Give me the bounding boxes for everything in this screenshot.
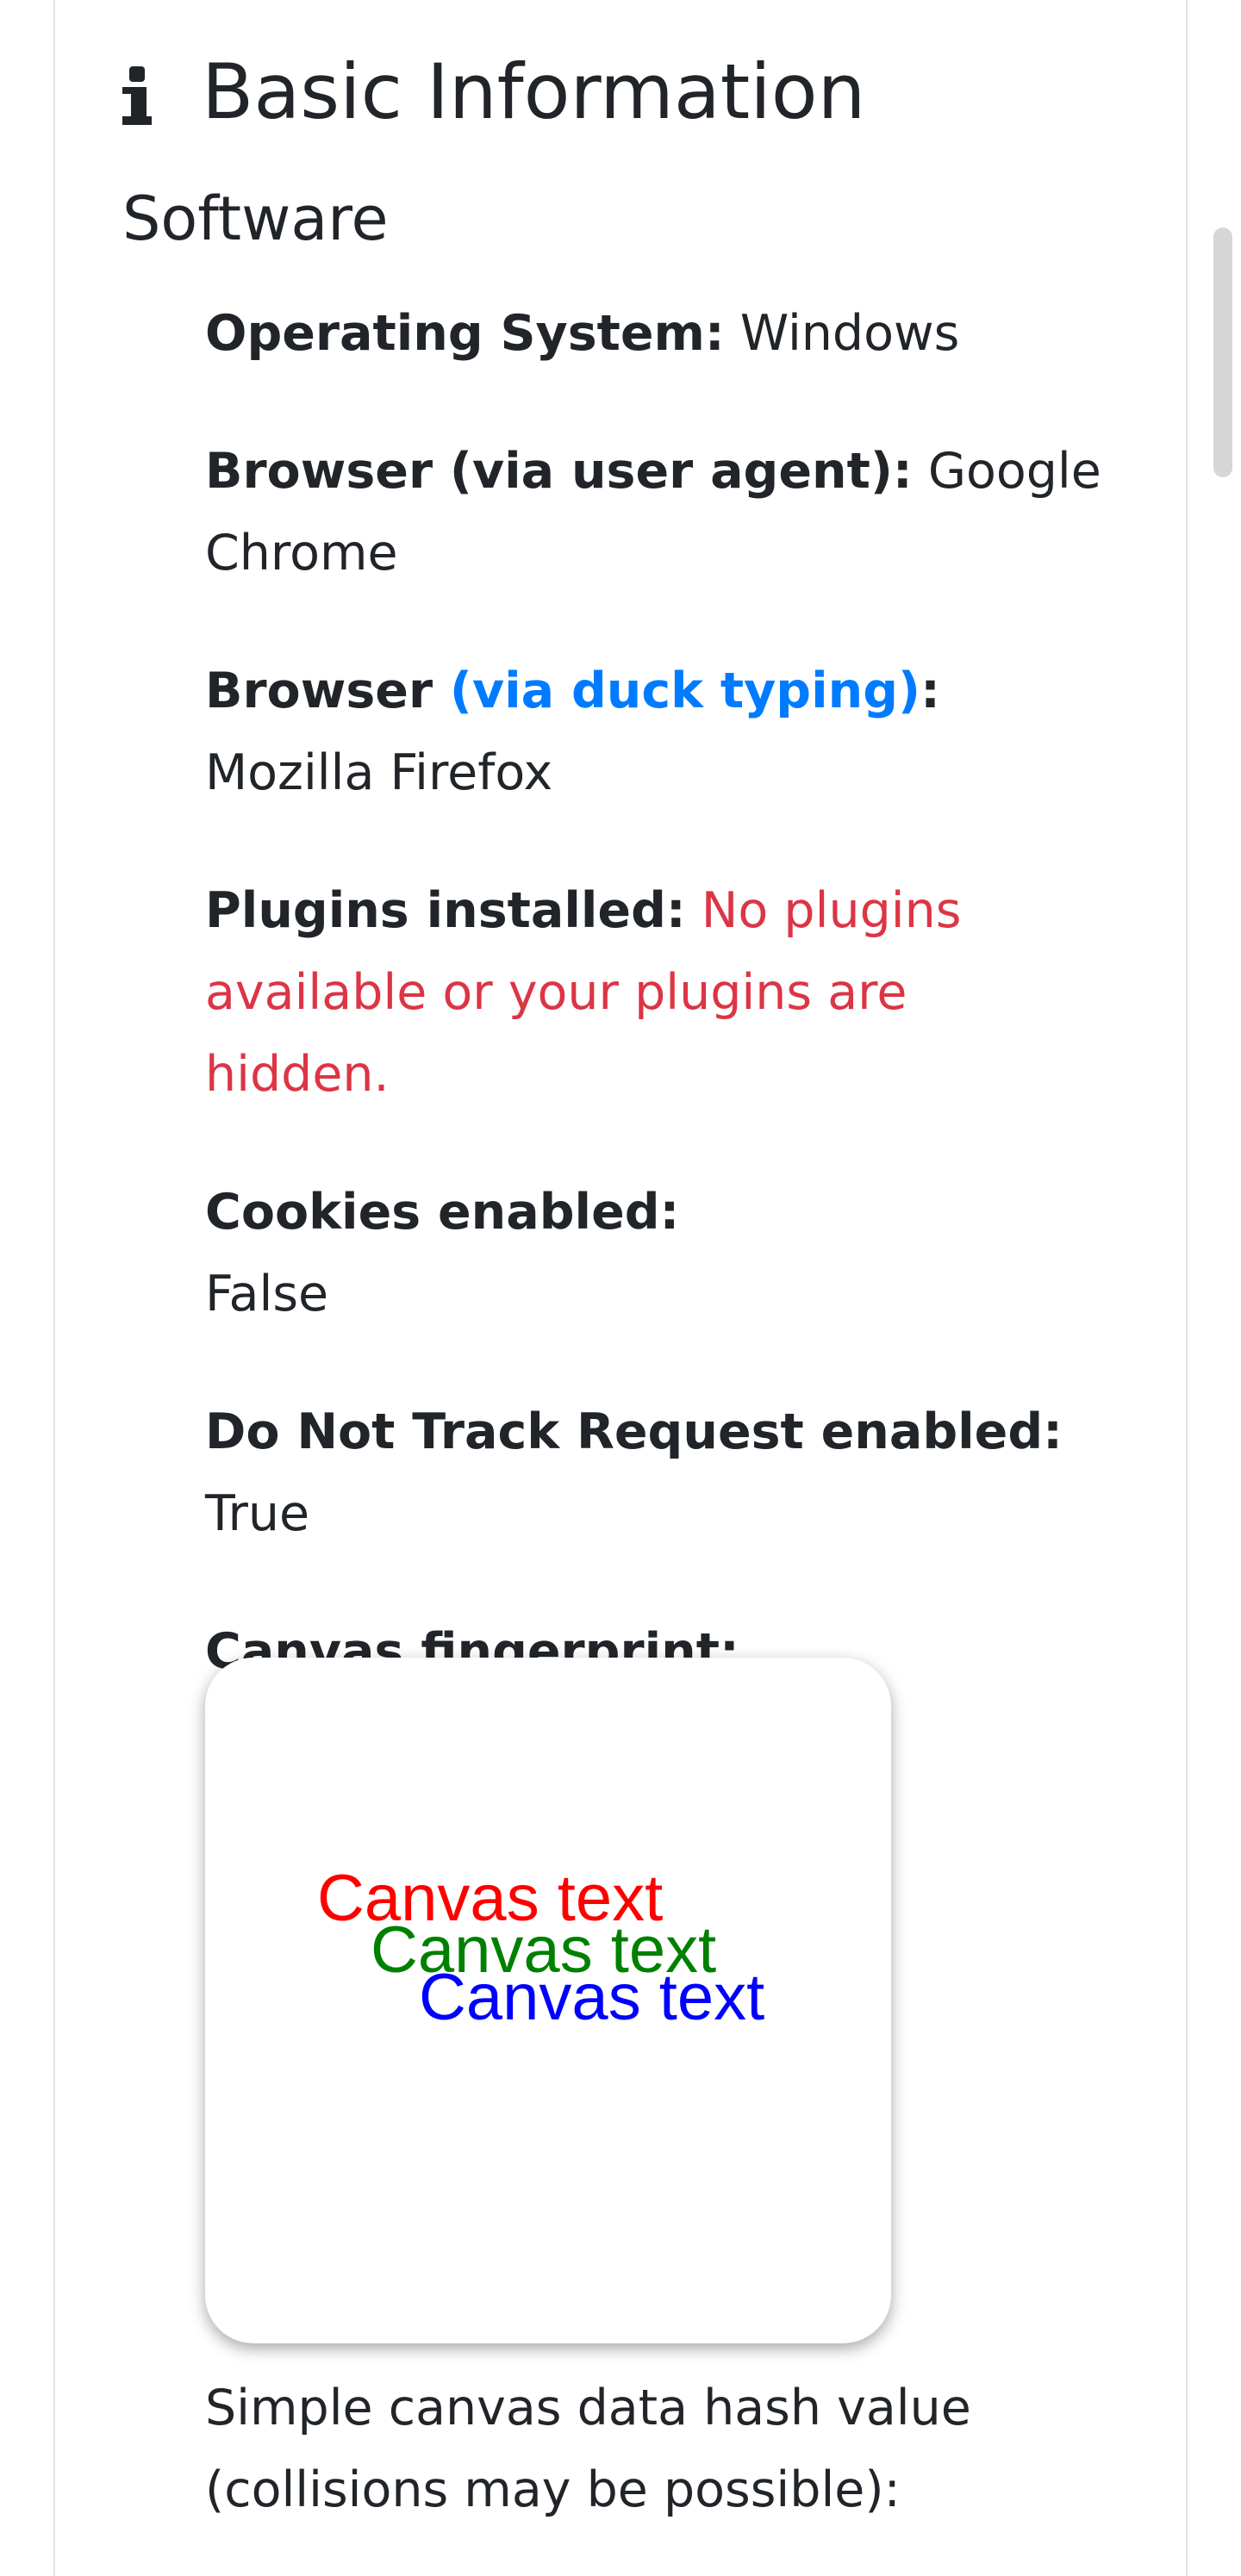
os-label: Operating System: [205, 305, 725, 362]
os-item: Operating System: Windows [205, 293, 1101, 375]
duck-typing-link[interactable]: (via duck typing) [450, 663, 920, 719]
dnt-item: Do Not Track Request enabled: True [205, 1391, 1101, 1555]
browser-ua-item: Browser (via user agent): Google Chrome [205, 431, 1101, 594]
canvas-fingerprint-image: Canvas text Canvas text Canvas text [205, 1658, 891, 2343]
section-title-software: Software [122, 184, 389, 254]
cookies-value: False [205, 1266, 329, 1322]
software-info-list: Operating System: Windows Browser (via u… [205, 293, 1101, 1749]
cookies-item: Cookies enabled: False [205, 1172, 1101, 1335]
os-value: Windows [739, 305, 960, 362]
dnt-value: True [205, 1485, 310, 1542]
browser-duck-item: Browser (via duck typing): Mozilla Firef… [205, 650, 1101, 814]
canvas-hash-label: Simple canvas data hash value (collision… [205, 2380, 971, 2518]
canvas-text-blue: Canvas text [419, 1961, 764, 2034]
cookies-label: Cookies enabled: [205, 1184, 680, 1241]
page-title: Basic Information [202, 47, 866, 136]
browser-ua-label: Browser (via user agent): [205, 443, 913, 500]
browser-duck-value: Mozilla Firefox [205, 744, 553, 801]
plugins-item: Plugins installed: No plugins available … [205, 870, 1101, 1116]
dnt-label: Do Not Track Request enabled: [205, 1403, 1063, 1460]
page-scrollbar[interactable] [1213, 227, 1232, 477]
card-heading: Basic Information [122, 45, 865, 140]
browser-duck-colon: : [920, 663, 940, 719]
plugins-label: Plugins installed: [205, 882, 686, 939]
info-icon [122, 58, 157, 127]
browser-duck-label: Browser [205, 663, 450, 719]
